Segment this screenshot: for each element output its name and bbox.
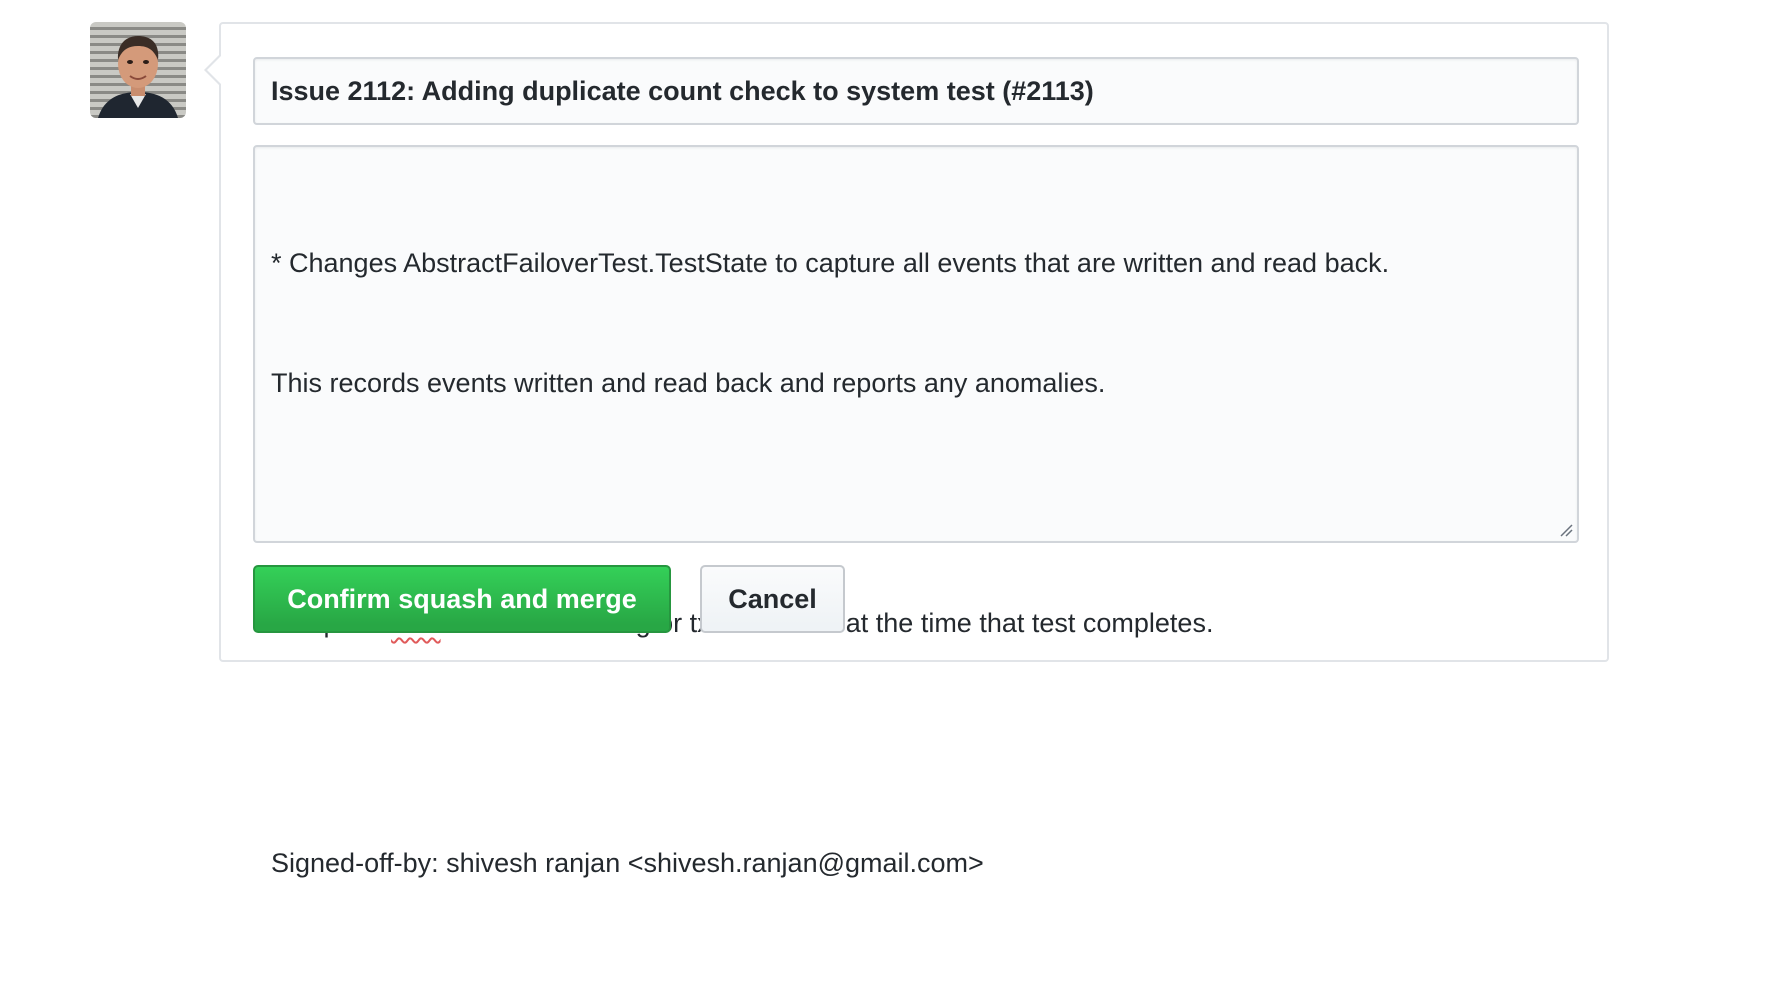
confirm-squash-merge-button[interactable]: Confirm squash and merge	[253, 565, 671, 633]
resize-grip-icon[interactable]	[1559, 523, 1573, 537]
user-avatar-photo-icon	[90, 22, 186, 118]
commit-message-signoff: Signed-off-by: shivesh ranjan <shivesh.r…	[271, 848, 984, 878]
commit-message-blank-line	[271, 483, 1561, 523]
commit-message-textarea[interactable]: * Changes AbstractFailoverTest.TestState…	[253, 145, 1579, 878]
commit-title-input[interactable]	[253, 57, 1579, 125]
merge-form: * Changes AbstractFailoverTest.TestState…	[204, 22, 1609, 878]
commit-message-line: * Changes AbstractFailoverTest.TestState…	[271, 248, 1390, 278]
cancel-button[interactable]: Cancel	[700, 565, 845, 633]
commit-message-line: This records events written and read bac…	[271, 368, 1106, 398]
commit-message-blank-line	[271, 723, 1561, 763]
avatar[interactable]	[90, 22, 186, 118]
